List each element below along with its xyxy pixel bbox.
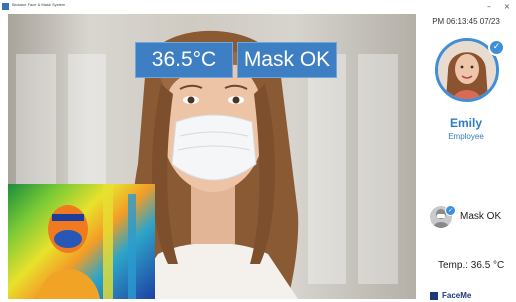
- minimize-button[interactable]: –: [482, 0, 496, 14]
- mask-status-label: Mask OK: [460, 211, 502, 222]
- app-icon: [2, 3, 9, 10]
- temperature-overlay: 36.5°C: [135, 42, 233, 78]
- temperature-label: Temp.: 36.5 °C: [438, 260, 505, 271]
- mask-check-icon: ✓: [445, 205, 456, 216]
- info-panel: PM 06:13:45 07/23 ✓ Emily Employee ✓ Mas…: [416, 14, 516, 302]
- window-title-bar: Biosane Face & Mask System – ×: [0, 0, 516, 14]
- person-role: Employee: [448, 132, 484, 141]
- camera-feed: 36.5°C Mask OK: [8, 14, 416, 299]
- close-button[interactable]: ×: [500, 0, 514, 14]
- verified-check-icon: ✓: [488, 39, 505, 56]
- clock-display: PM 06:13:45 07/23: [432, 17, 500, 26]
- brand-logo: FaceMe: [430, 290, 516, 302]
- mask-status-overlay: Mask OK: [237, 42, 337, 78]
- window-title: Biosane Face & Mask System: [12, 2, 66, 7]
- thermal-camera-view: [8, 184, 155, 299]
- mask-status-row: ✓ Mask OK: [430, 205, 516, 230]
- person-name: Emily: [449, 116, 482, 130]
